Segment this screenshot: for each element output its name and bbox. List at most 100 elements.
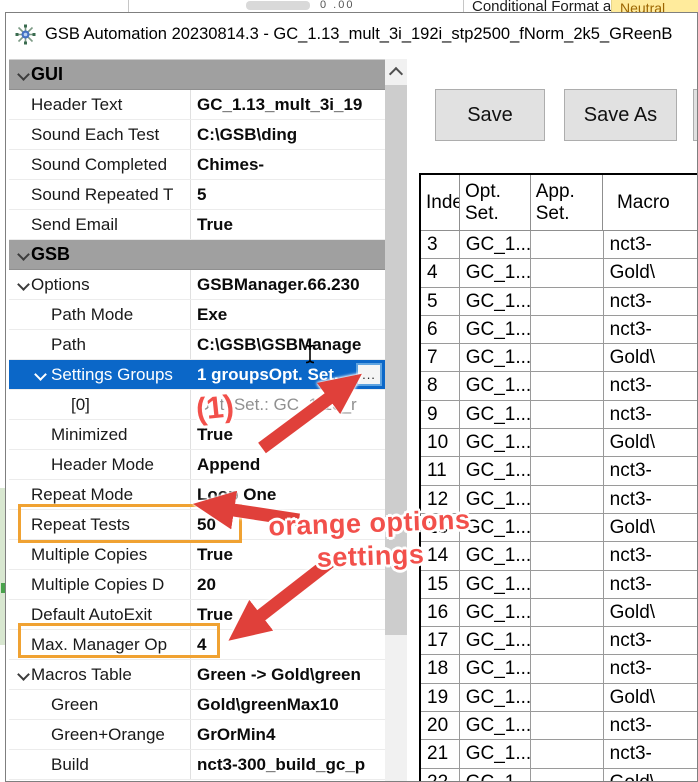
property-row[interactable]: Build nct3-300_build_gc_p <box>9 750 385 780</box>
cell-opt-set[interactable]: GC_1.... <box>460 429 531 456</box>
property-value[interactable]: 1 groupsOpt. Set. ... <box>191 360 385 389</box>
ellipsis-button[interactable]: ... <box>356 363 382 386</box>
vertical-scrollbar[interactable] <box>385 59 407 781</box>
table-row[interactable]: 21 GC_1.... nct3- <box>421 740 698 768</box>
cell-app-set[interactable] <box>531 542 604 569</box>
cell-index[interactable]: 8 <box>421 372 460 399</box>
cell-app-set[interactable] <box>531 571 604 598</box>
save-button[interactable]: Save <box>435 89 545 141</box>
cell-index[interactable]: 20 <box>421 712 460 739</box>
cell-opt-set[interactable]: GC_1.... <box>460 599 531 626</box>
cell-app-set[interactable] <box>531 344 604 371</box>
cell-index[interactable]: 4 <box>421 259 460 286</box>
property-row[interactable]: Options GSBManager.66.230 <box>9 270 385 300</box>
property-row[interactable]: Send Email True <box>9 210 385 240</box>
table-row[interactable]: 5 GC_1.... nct3- <box>421 288 698 316</box>
cell-opt-set[interactable]: GC_1.... <box>460 344 531 371</box>
property-row[interactable]: Green Gold\greenMax10 <box>9 690 385 720</box>
cell-index[interactable]: 3 <box>421 231 460 258</box>
cell-index[interactable]: 5 <box>421 288 460 315</box>
column-header-opt-set[interactable]: Opt. Set. <box>460 175 531 230</box>
cell-index[interactable]: 9 <box>421 401 460 428</box>
cell-macro[interactable]: Gold\ <box>604 684 698 711</box>
cell-macro[interactable]: nct3- <box>604 571 698 598</box>
table-row[interactable]: 11 GC_1.... nct3- <box>421 457 698 485</box>
cell-app-set[interactable] <box>531 231 604 258</box>
column-header-app-set[interactable]: App. Set. <box>531 175 603 230</box>
cell-app-set[interactable] <box>531 684 604 711</box>
property-value[interactable]: Chimes- <box>191 150 385 179</box>
table-row[interactable]: 10 GC_1.... Gold\ <box>421 429 698 457</box>
cell-opt-set[interactable]: GC_1.... <box>460 259 531 286</box>
cell-app-set[interactable] <box>531 514 604 541</box>
column-header-macro[interactable]: Macro <box>603 175 698 230</box>
table-row[interactable]: 20 GC_1.... nct3- <box>421 712 698 740</box>
cell-opt-set[interactable]: GC_1.... <box>460 571 531 598</box>
cell-opt-set[interactable]: GC_1.... <box>460 769 531 781</box>
cell-opt-set[interactable]: GC_1.... <box>460 684 531 711</box>
property-value[interactable]: GSBManager.66.230 <box>191 270 385 299</box>
property-value[interactable]: True <box>191 210 385 239</box>
cell-opt-set[interactable]: GC_1.... <box>460 627 531 654</box>
property-row[interactable]: Path C:\GSB\GSBManage <box>9 330 385 360</box>
property-row[interactable]: Settings Groups 1 groupsOpt. Set. ... <box>9 360 385 390</box>
cell-index[interactable]: 7 <box>421 344 460 371</box>
property-row[interactable]: Header Mode Append <box>9 450 385 480</box>
cell-macro[interactable]: nct3- <box>604 288 698 315</box>
partial-button[interactable] <box>693 89 698 141</box>
property-row[interactable]: GUI <box>9 60 385 90</box>
cell-index[interactable]: 11 <box>421 457 460 484</box>
table-row[interactable]: 4 GC_1.... Gold\ <box>421 259 698 287</box>
background-window-strip[interactable]: 0 .00 Conditional Format as Neutral <box>0 0 698 12</box>
property-row[interactable]: Multiple Copies D 20 <box>9 570 385 600</box>
cell-app-set[interactable] <box>531 740 604 767</box>
property-row[interactable]: Sound Completed Chimes- <box>9 150 385 180</box>
table-row[interactable]: 9 GC_1.... nct3- <box>421 401 698 429</box>
cell-app-set[interactable] <box>531 259 604 286</box>
cell-macro[interactable]: nct3- <box>604 316 698 343</box>
property-row[interactable]: Header Text GC_1.13_mult_3i_19 <box>9 90 385 120</box>
cell-macro[interactable]: Gold\ <box>604 344 698 371</box>
cell-index[interactable]: 6 <box>421 316 460 343</box>
column-header-index[interactable]: Index <box>421 175 460 230</box>
cell-index[interactable]: 16 <box>421 599 460 626</box>
cell-app-set[interactable] <box>531 316 604 343</box>
table-row[interactable]: 7 GC_1.... Gold\ <box>421 344 698 372</box>
cell-app-set[interactable] <box>531 627 604 654</box>
cell-index[interactable]: 21 <box>421 740 460 767</box>
cell-macro[interactable]: nct3- <box>604 457 698 484</box>
property-value[interactable]: C:\GSB\ding <box>191 120 385 149</box>
cell-opt-set[interactable]: GC_1.... <box>460 655 531 682</box>
cell-opt-set[interactable]: GC_1.... <box>460 231 531 258</box>
cell-app-set[interactable] <box>531 655 604 682</box>
cell-index[interactable]: 18 <box>421 655 460 682</box>
cell-opt-set[interactable]: GC_1.... <box>460 288 531 315</box>
table-row[interactable]: 17 GC_1.... nct3- <box>421 627 698 655</box>
cell-index[interactable]: 15 <box>421 571 460 598</box>
property-row[interactable]: Path Mode Exe <box>9 300 385 330</box>
cell-macro[interactable]: nct3- <box>604 372 698 399</box>
table-row[interactable]: 18 GC_1.... nct3- <box>421 655 698 683</box>
cell-app-set[interactable] <box>531 599 604 626</box>
property-value[interactable]: True <box>191 600 385 629</box>
title-bar[interactable]: GSB Automation 20230814.3 - GC_1.13_mult… <box>6 13 697 56</box>
save-as-button[interactable]: Save As <box>564 89 677 141</box>
table-row[interactable]: 16 GC_1.... Gold\ <box>421 599 698 627</box>
cell-macro[interactable]: nct3- <box>604 401 698 428</box>
cell-macro[interactable]: Gold\ <box>604 429 698 456</box>
cell-app-set[interactable] <box>531 457 604 484</box>
table-row[interactable]: 15 GC_1.... nct3- <box>421 571 698 599</box>
cell-macro[interactable]: Gold\ <box>604 259 698 286</box>
cell-index[interactable]: 19 <box>421 684 460 711</box>
property-value[interactable]: Append <box>191 450 385 479</box>
table-row[interactable]: 22 GC_1.... Gold\ <box>421 769 698 781</box>
table-row[interactable]: 3 GC_1.... nct3- <box>421 231 698 259</box>
property-value[interactable]: nct3-300_build_gc_p <box>191 750 385 779</box>
cell-opt-set[interactable]: GC_1.... <box>460 740 531 767</box>
table-row[interactable]: 19 GC_1.... Gold\ <box>421 684 698 712</box>
table-row[interactable]: 6 GC_1.... nct3- <box>421 316 698 344</box>
cell-index[interactable]: 10 <box>421 429 460 456</box>
cell-opt-set[interactable]: GC_1.... <box>460 401 531 428</box>
property-row[interactable]: Sound Repeated T 5 <box>9 180 385 210</box>
property-row[interactable]: Green+Orange GrOrMin4 <box>9 720 385 750</box>
